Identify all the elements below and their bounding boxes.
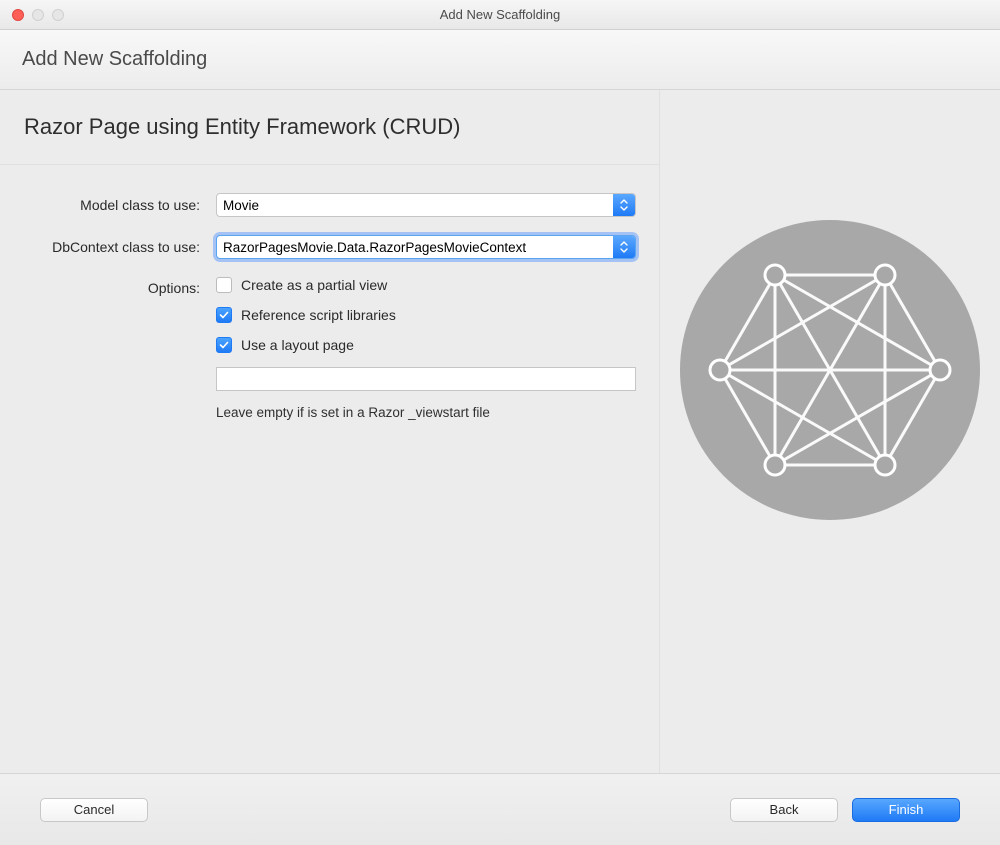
maximize-window-icon [52,9,64,21]
model-class-combobox[interactable] [216,193,636,217]
options-stack: Create as a partial view Reference scrip… [216,277,636,420]
window-title: Add New Scaffolding [0,7,1000,22]
options-label: Options: [0,280,200,296]
option-reference-script-libraries-label: Reference script libraries [241,307,396,323]
option-partial-view[interactable]: Create as a partial view [216,277,636,293]
model-class-label: Model class to use: [0,197,200,213]
divider [0,164,659,165]
dbcontext-class-input[interactable] [217,236,613,258]
chevron-up-down-icon [619,241,629,253]
checkbox-unchecked-icon[interactable] [216,277,232,293]
close-window-icon[interactable] [12,9,24,21]
form-pane: Razor Page using Entity Framework (CRUD)… [0,90,660,773]
dbcontext-class-label: DbContext class to use: [0,239,200,255]
option-use-layout-page[interactable]: Use a layout page [216,337,636,353]
back-button[interactable]: Back [730,798,838,822]
layout-page-hint: Leave empty if is set in a Razor _viewst… [216,405,636,420]
page-title: Razor Page using Entity Framework (CRUD) [24,114,659,140]
option-use-layout-page-label: Use a layout page [241,337,354,353]
option-reference-script-libraries[interactable]: Reference script libraries [216,307,636,323]
window-controls [12,9,64,21]
option-partial-view-label: Create as a partial view [241,277,387,293]
scaffold-graph-icon [680,220,980,523]
illustration-pane [660,90,1000,773]
titlebar: Add New Scaffolding [0,0,1000,30]
cancel-button[interactable]: Cancel [40,798,148,822]
dbcontext-class-combobox[interactable] [216,235,636,259]
minimize-window-icon [32,9,44,21]
dialog-content: Razor Page using Entity Framework (CRUD)… [0,90,1000,773]
dialog-window: Add New Scaffolding Add New Scaffolding … [0,0,1000,845]
finish-button[interactable]: Finish [852,798,960,822]
dialog-header: Add New Scaffolding [0,30,1000,90]
layout-page-path-input[interactable] [216,367,636,391]
form-grid: Model class to use: DbContext class to u… [0,193,659,420]
dialog-header-title: Add New Scaffolding [22,48,207,71]
model-class-dropdown-button[interactable] [613,194,635,216]
chevron-up-down-icon [619,199,629,211]
checkbox-checked-icon[interactable] [216,337,232,353]
model-class-input[interactable] [217,194,613,216]
dbcontext-class-dropdown-button[interactable] [613,236,635,258]
checkbox-checked-icon[interactable] [216,307,232,323]
dialog-footer: Cancel Back Finish [0,773,1000,845]
